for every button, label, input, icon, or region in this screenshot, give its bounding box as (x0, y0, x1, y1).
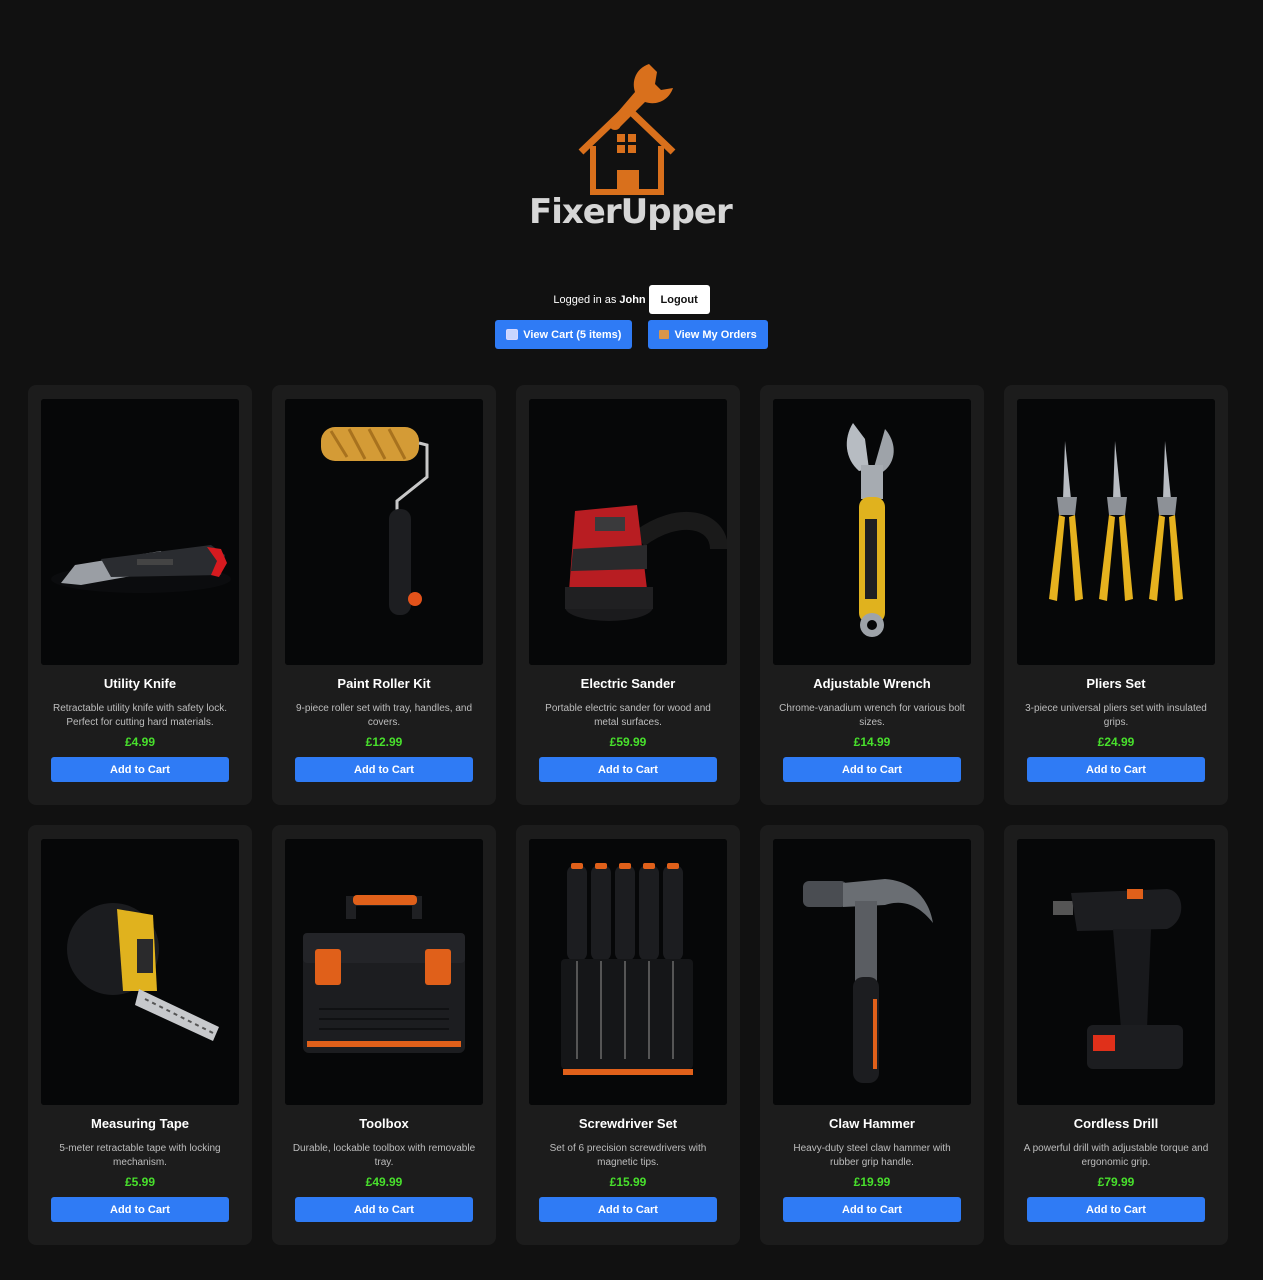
product-card: Adjustable Wrench Chrome-vanadium wrench… (760, 385, 984, 805)
product-price: £79.99 (1097, 1175, 1135, 1189)
add-to-cart-button[interactable]: Add to Cart (1027, 1197, 1205, 1222)
product-card: Electric Sander Portable electric sander… (516, 385, 740, 805)
username: John (619, 293, 646, 306)
product-card: Measuring Tape 5-meter retractable tape … (28, 825, 252, 1245)
product-description: Durable, lockable toolbox with removable… (292, 1143, 476, 1168)
add-to-cart-button[interactable]: Add to Cart (539, 757, 717, 782)
toolbox-icon (285, 839, 483, 1105)
product-image[interactable] (773, 399, 971, 665)
product-description: Heavy-duty steel claw hammer with rubber… (793, 1143, 951, 1168)
product-card: Claw Hammer Heavy-duty steel claw hammer… (760, 825, 984, 1245)
product-price: £5.99 (124, 1175, 156, 1189)
product-image[interactable] (529, 839, 727, 1105)
product-description: 9-piece roller set with tray, handles, a… (295, 703, 472, 728)
product-card: Toolbox Durable, lockable toolbox with r… (272, 825, 496, 1245)
product-card: Pliers Set 3-piece universal pliers set … (1004, 385, 1228, 805)
product-name: Toolbox (359, 1116, 409, 1131)
product-image[interactable] (41, 839, 239, 1105)
product-grid: Utility Knife Retractable utility knife … (28, 385, 1228, 1245)
brand-logo[interactable]: FixerUpper (529, 58, 733, 242)
product-card: Cordless Drill A powerful drill with adj… (1004, 825, 1228, 1245)
product-price: £59.99 (609, 735, 647, 749)
view-cart-label: View Cart (5 items) (523, 328, 622, 341)
product-price: £14.99 (853, 735, 891, 749)
product-image[interactable] (285, 399, 483, 665)
product-card: Paint Roller Kit 9-piece roller set with… (272, 385, 496, 805)
session-bar: Logged in as John Logout (0, 285, 1263, 314)
product-card: Screwdriver Set Set of 6 precision screw… (516, 825, 740, 1245)
add-to-cart-button[interactable]: Add to Cart (783, 757, 961, 782)
product-image[interactable] (529, 399, 727, 665)
electric-sander-icon (529, 399, 727, 665)
product-image[interactable] (773, 839, 971, 1105)
product-card: Utility Knife Retractable utility knife … (28, 385, 252, 805)
product-price: £19.99 (853, 1175, 891, 1189)
claw-hammer-icon (773, 839, 971, 1105)
product-name: Claw Hammer (829, 1116, 915, 1131)
product-name: Screwdriver Set (578, 1116, 678, 1131)
product-description: Chrome-vanadium wrench for various bolt … (779, 703, 965, 728)
product-image[interactable] (1017, 839, 1215, 1105)
package-icon (659, 330, 670, 339)
add-to-cart-button[interactable]: Add to Cart (51, 757, 229, 782)
logged-in-label: Logged in as (553, 293, 617, 306)
add-to-cart-button[interactable]: Add to Cart (295, 1197, 473, 1222)
account-actions: View Cart (5 items) View My Orders (0, 320, 1263, 349)
product-name: Electric Sander (580, 676, 676, 691)
add-to-cart-button[interactable]: Add to Cart (539, 1197, 717, 1222)
logout-button[interactable]: Logout (648, 285, 710, 314)
add-to-cart-button[interactable]: Add to Cart (783, 1197, 961, 1222)
page: FixerUpper Logged in as John Logout View… (0, 0, 1263, 1280)
paint-roller-icon (285, 399, 483, 665)
pliers-icon (1017, 399, 1215, 665)
product-price: £24.99 (1097, 735, 1135, 749)
add-to-cart-button[interactable]: Add to Cart (1027, 757, 1205, 782)
product-price: £15.99 (609, 1175, 647, 1189)
product-price: £49.99 (365, 1175, 403, 1189)
screwdriver-set-icon (529, 839, 727, 1105)
product-image[interactable] (41, 399, 239, 665)
view-orders-button[interactable]: View My Orders (648, 320, 768, 349)
product-description: 3-piece universal pliers set with insula… (1025, 703, 1207, 728)
product-name: Adjustable Wrench (813, 676, 931, 691)
adjustable-wrench-icon (773, 399, 971, 665)
product-price: £4.99 (124, 735, 156, 749)
product-name: Measuring Tape (90, 1116, 189, 1131)
product-name: Pliers Set (1086, 676, 1146, 691)
product-name: Paint Roller Kit (337, 676, 431, 691)
add-to-cart-button[interactable]: Add to Cart (295, 757, 473, 782)
cart-icon (506, 329, 519, 340)
product-name: Utility Knife (103, 676, 177, 691)
add-to-cart-button[interactable]: Add to Cart (51, 1197, 229, 1222)
brand-name: FixerUpper (529, 192, 733, 232)
product-description: A powerful drill with adjustable torque … (1023, 1143, 1209, 1168)
house-wrench-icon (578, 64, 676, 195)
product-description: 5-meter retractable tape with locking me… (59, 1143, 221, 1168)
product-description: Retractable utility knife with safety lo… (53, 703, 227, 728)
view-cart-button[interactable]: View Cart (5 items) (495, 320, 633, 349)
product-price: £12.99 (365, 735, 403, 749)
product-image[interactable] (1017, 399, 1215, 665)
measuring-tape-icon (41, 839, 239, 1105)
product-name: Cordless Drill (1073, 1116, 1159, 1131)
product-description: Set of 6 precision screwdrivers with mag… (549, 1143, 707, 1168)
utility-knife-icon (41, 399, 239, 665)
view-orders-label: View My Orders (674, 328, 757, 341)
cordless-drill-icon (1017, 839, 1215, 1105)
product-image[interactable] (285, 839, 483, 1105)
product-description: Portable electric sander for wood and me… (545, 703, 711, 728)
